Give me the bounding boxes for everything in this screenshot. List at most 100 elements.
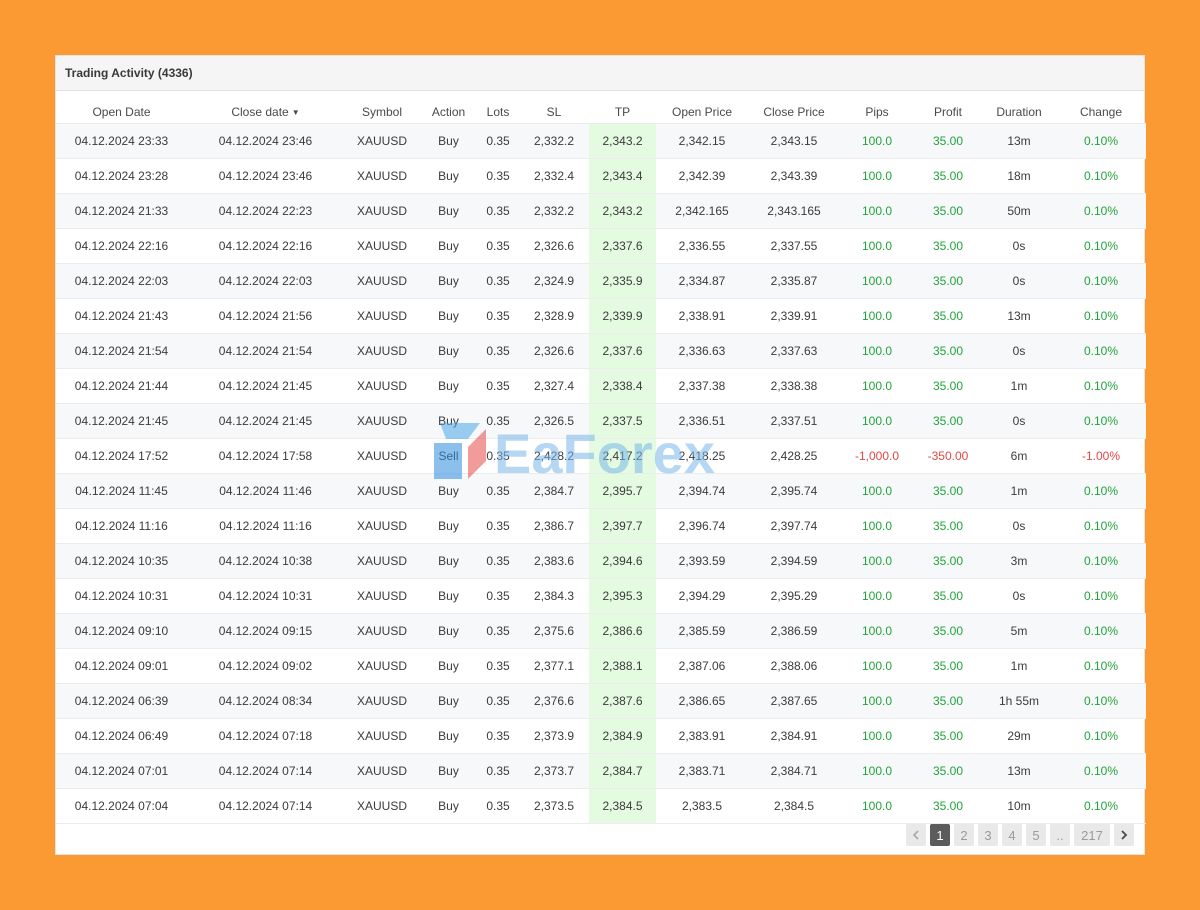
cell-symbol: XAUUSD	[344, 298, 420, 334]
cell-open-price: 2,336.63	[656, 333, 748, 369]
cell-open-date: 04.12.2024 07:01	[56, 753, 187, 789]
cell-symbol: XAUUSD	[344, 263, 420, 299]
cell-open-price: 2,383.91	[656, 718, 748, 754]
cell-pips: 100.0	[840, 508, 914, 544]
cell-profit: 35.00	[914, 123, 982, 159]
column-header-open-price[interactable]: Open Price	[656, 100, 748, 124]
cell-symbol: XAUUSD	[344, 368, 420, 404]
cell-tp: 2,397.7	[589, 508, 656, 544]
page-button-5[interactable]: 5	[1026, 824, 1046, 846]
cell-symbol: XAUUSD	[344, 578, 420, 614]
cell-profit: 35.00	[914, 368, 982, 404]
cell-lots: 0.35	[477, 508, 519, 544]
cell-duration: 5m	[982, 613, 1056, 649]
page-button-2[interactable]: 2	[954, 824, 974, 846]
column-header-pips[interactable]: Pips	[840, 100, 914, 124]
cell-change: 0.10%	[1056, 648, 1146, 684]
cell-sl: 2,376.6	[519, 683, 589, 719]
cell-sl: 2,384.3	[519, 578, 589, 614]
pagination: 1 2 3 4 5 .. 217	[906, 824, 1134, 846]
cell-pips: 100.0	[840, 648, 914, 684]
cell-sl: 2,428.2	[519, 438, 589, 474]
column-header-symbol[interactable]: Symbol	[344, 100, 420, 124]
trading-activity-panel: Trading Activity (4336) Open Date Close …	[55, 55, 1146, 855]
cell-close-date: 04.12.2024 22:03	[187, 263, 344, 299]
table-row: 04.12.2024 07:04 04.12.2024 07:14 XAUUSD Bu…	[56, 788, 1146, 824]
cell-close-price: 2,338.38	[748, 368, 840, 404]
cell-change: -1.00%	[1056, 438, 1146, 474]
column-header-open-date[interactable]: Open Date	[56, 100, 187, 124]
cell-close-price: 2,343.15	[748, 123, 840, 159]
column-header-tp[interactable]: TP	[589, 100, 656, 124]
cell-action: Buy	[420, 613, 477, 649]
cell-open-price: 2,342.15	[656, 123, 748, 159]
cell-action: Buy	[420, 578, 477, 614]
table-body: 04.12.2024 23:33 04.12.2024 23:46 XAUUSD Bu…	[56, 123, 1146, 824]
cell-sl: 2,326.6	[519, 228, 589, 264]
column-header-duration[interactable]: Duration	[982, 100, 1056, 124]
prev-page-button[interactable]	[906, 824, 926, 846]
cell-open-date: 04.12.2024 06:39	[56, 683, 187, 719]
cell-close-price: 2,395.74	[748, 473, 840, 509]
cell-open-date: 04.12.2024 21:44	[56, 368, 187, 404]
cell-sl: 2,377.1	[519, 648, 589, 684]
cell-open-price: 2,337.38	[656, 368, 748, 404]
cell-symbol: XAUUSD	[344, 123, 420, 159]
cell-change: 0.10%	[1056, 368, 1146, 404]
cell-pips: 100.0	[840, 298, 914, 334]
page-button-3[interactable]: 3	[978, 824, 998, 846]
table-row: 04.12.2024 22:16 04.12.2024 22:16 XAUUSD Bu…	[56, 228, 1146, 264]
cell-duration: 0s	[982, 403, 1056, 439]
column-header-profit[interactable]: Profit	[914, 100, 982, 124]
cell-pips: 100.0	[840, 753, 914, 789]
column-header-action[interactable]: Action	[420, 100, 477, 124]
cell-duration: 50m	[982, 193, 1056, 229]
cell-pips: 100.0	[840, 578, 914, 614]
column-header-lots[interactable]: Lots	[477, 100, 519, 124]
page-button-last[interactable]: 217	[1074, 824, 1110, 846]
cell-duration: 1h 55m	[982, 683, 1056, 719]
page-button-4[interactable]: 4	[1002, 824, 1022, 846]
cell-open-price: 2,387.06	[656, 648, 748, 684]
cell-duration: 3m	[982, 543, 1056, 579]
cell-sl: 2,373.9	[519, 718, 589, 754]
table-row: 04.12.2024 21:44 04.12.2024 21:45 XAUUSD Bu…	[56, 368, 1146, 404]
cell-close-price: 2,343.39	[748, 158, 840, 194]
page-button-1[interactable]: 1	[930, 824, 950, 846]
cell-open-date: 04.12.2024 10:31	[56, 578, 187, 614]
column-header-sl[interactable]: SL	[519, 100, 589, 124]
cell-sl: 2,327.4	[519, 368, 589, 404]
cell-action: Buy	[420, 158, 477, 194]
cell-open-date: 04.12.2024 21:33	[56, 193, 187, 229]
cell-close-date: 04.12.2024 07:14	[187, 753, 344, 789]
table-row: 04.12.2024 10:31 04.12.2024 10:31 XAUUSD Bu…	[56, 578, 1146, 614]
cell-close-price: 2,394.59	[748, 543, 840, 579]
cell-sl: 2,375.6	[519, 613, 589, 649]
cell-pips: 100.0	[840, 718, 914, 754]
cell-close-date: 04.12.2024 11:16	[187, 508, 344, 544]
cell-lots: 0.35	[477, 753, 519, 789]
cell-open-date: 04.12.2024 17:52	[56, 438, 187, 474]
cell-action: Buy	[420, 473, 477, 509]
cell-open-price: 2,336.55	[656, 228, 748, 264]
trading-activity-table: Open Date Close date ▼ Symbol Action Lots…	[56, 100, 1146, 824]
next-page-button[interactable]	[1114, 824, 1134, 846]
cell-profit: 35.00	[914, 613, 982, 649]
cell-open-date: 04.12.2024 21:54	[56, 333, 187, 369]
table-row: 04.12.2024 23:28 04.12.2024 23:46 XAUUSD Bu…	[56, 158, 1146, 194]
cell-tp: 2,386.6	[589, 613, 656, 649]
cell-duration: 13m	[982, 298, 1056, 334]
table-row: 04.12.2024 21:54 04.12.2024 21:54 XAUUSD Bu…	[56, 333, 1146, 369]
cell-lots: 0.35	[477, 403, 519, 439]
cell-close-price: 2,337.51	[748, 403, 840, 439]
column-header-close-date[interactable]: Close date ▼	[187, 100, 344, 124]
cell-open-price: 2,383.5	[656, 788, 748, 824]
column-header-close-price[interactable]: Close Price	[748, 100, 840, 124]
cell-pips: 100.0	[840, 228, 914, 264]
cell-open-date: 04.12.2024 21:43	[56, 298, 187, 334]
cell-open-price: 2,386.65	[656, 683, 748, 719]
column-header-change[interactable]: Change	[1056, 100, 1146, 124]
cell-close-date: 04.12.2024 23:46	[187, 158, 344, 194]
sort-desc-icon: ▼	[291, 107, 300, 117]
cell-symbol: XAUUSD	[344, 508, 420, 544]
